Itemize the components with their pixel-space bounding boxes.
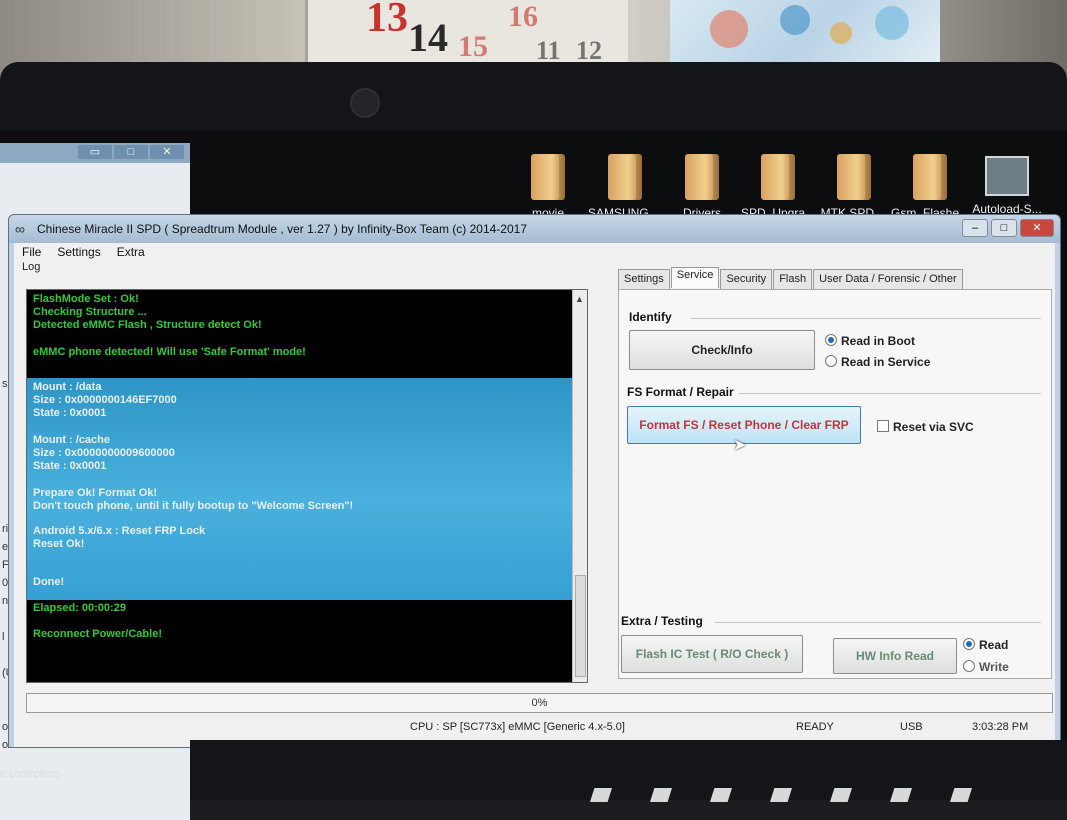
desktop-icon-movie[interactable]: movie: [508, 150, 588, 220]
port-status: USB: [900, 721, 923, 733]
calendar-number: 15: [458, 30, 488, 63]
menu-settings[interactable]: Settings: [57, 243, 100, 261]
checkbox-label: Reset via SVC: [893, 420, 974, 434]
minimize-button[interactable]: ▭: [78, 145, 112, 159]
log-line: FlashMode Set : Ok!: [33, 293, 139, 305]
cpu-status: CPU : SP [SC773x] eMMC [Generic 4.x-5.0]: [410, 721, 625, 733]
write-radio[interactable]: Write: [963, 660, 1009, 674]
calendar-number: 13: [366, 0, 408, 41]
scrollbar-thumb[interactable]: [575, 575, 586, 677]
application-icon: [985, 156, 1029, 196]
title-bar[interactable]: ∞ Chinese Miracle II SPD ( Spreadtrum Mo…: [9, 215, 1060, 243]
desktop-icon-gsm-flasher[interactable]: Gsm_Flashe...: [890, 150, 970, 220]
log-label: Log: [22, 261, 41, 273]
menu-extra[interactable]: Extra: [117, 243, 145, 261]
folder-icon: [608, 154, 642, 200]
radio-selected-icon: [825, 334, 837, 346]
service-tab-panel: Identify Check/Info Read in Boot Read in…: [618, 289, 1052, 679]
checkbox-icon: [877, 420, 889, 432]
log-output[interactable]: FlashMode Set : Ok! Checking Structure .…: [26, 289, 588, 683]
check-info-button[interactable]: Check/Info: [629, 330, 815, 370]
flash-ic-test-button[interactable]: Flash IC Test ( R/O Check ): [621, 635, 803, 673]
read-in-service-radio[interactable]: Read in Service: [825, 355, 930, 369]
log-line: Reset Ok!: [33, 538, 85, 550]
maximize-button[interactable]: □: [114, 145, 148, 159]
close-button[interactable]: ✕: [1020, 219, 1054, 237]
app-client-area: File Settings Extra Log FlashMode Set : …: [14, 243, 1055, 747]
hw-info-read-button[interactable]: HW Info Read: [833, 638, 957, 674]
radio-label: Read in Service: [841, 355, 931, 369]
radio-icon: [963, 660, 975, 672]
folder-icon: [685, 154, 719, 200]
radio-icon: [825, 355, 837, 367]
tab-user-data[interactable]: User Data / Forensic / Other: [813, 269, 963, 289]
progress-bar: 0%: [26, 693, 1053, 713]
log-line: Elapsed: 00:00:29: [33, 602, 126, 614]
read-radio[interactable]: Read: [963, 638, 1008, 652]
desktop-icon-samsung[interactable]: SAMSUNG....: [585, 150, 665, 220]
log-scrollbar[interactable]: ▲: [572, 290, 587, 682]
screen-bottom-edge: [190, 740, 1067, 802]
log-line: Size : 0x0000000009600000: [33, 447, 175, 459]
back-window-footer: e controllers: [0, 768, 60, 780]
log-line: Checking Structure ...: [33, 306, 147, 318]
maximize-button[interactable]: □: [991, 219, 1017, 237]
tab-security[interactable]: Security: [720, 269, 773, 289]
menu-bar: File Settings Extra: [14, 243, 145, 261]
tab-service[interactable]: Service: [670, 267, 720, 288]
group-divider: [691, 318, 1041, 319]
tab-flash[interactable]: Flash: [773, 269, 813, 289]
log-line: Mount : /data: [33, 381, 102, 393]
folder-icon: [913, 154, 947, 200]
folder-icon: [531, 154, 565, 200]
desktop-icon-autoload[interactable]: Autoload-S...: [967, 150, 1047, 216]
log-line: Done!: [33, 576, 65, 588]
folder-icon: [837, 154, 871, 200]
scroll-up-icon[interactable]: ▲: [575, 294, 584, 304]
identify-group-title: Identify: [629, 310, 672, 324]
log-line: Reconnect Power/Cable!: [33, 628, 162, 640]
folder-icon: [761, 154, 795, 200]
group-divider: [715, 622, 1041, 623]
clock-status: 3:03:28 PM: [972, 721, 1029, 733]
window-title: Chinese Miracle II SPD ( Spreadtrum Modu…: [37, 222, 527, 236]
tab-strip: Settings Service Security Flash User Dat…: [618, 267, 964, 289]
extra-testing-group-title: Extra / Testing: [621, 614, 703, 628]
log-line: Mount : /cache: [33, 434, 111, 446]
reset-via-svc-checkbox[interactable]: Reset via SVC: [877, 420, 974, 434]
log-line: State : 0x0001: [33, 407, 107, 419]
app-logo-icon: ∞: [15, 221, 25, 237]
group-divider: [739, 393, 1041, 394]
menu-file[interactable]: File: [22, 243, 41, 261]
log-line: Prepare Ok! Format Ok!: [33, 487, 158, 499]
desktop-icon-mtk-spd[interactable]: MTK.SPD....: [814, 150, 894, 220]
tab-settings[interactable]: Settings: [618, 269, 670, 289]
close-button[interactable]: ✕: [150, 145, 184, 159]
radio-label: Read: [979, 638, 1009, 652]
desktop-icon-spd-upgrade[interactable]: SPD_Upgra...: [738, 150, 818, 220]
status-bar: CPU : SP [SC773x] eMMC [Generic 4.x-5.0]…: [14, 717, 1055, 737]
log-line: Size : 0x0000000146EF7000: [33, 394, 177, 406]
radio-label: Read in Boot: [841, 334, 915, 348]
app-window[interactable]: ∞ Chinese Miracle II SPD ( Spreadtrum Mo…: [8, 214, 1061, 748]
back-window-text: s: [2, 378, 8, 390]
webcam: [350, 88, 380, 118]
calendar-number: 14: [408, 15, 448, 60]
radio-label: Write: [979, 660, 1009, 674]
log-line: Don't touch phone, until it fully bootup…: [33, 500, 354, 512]
radio-selected-icon: [963, 638, 975, 650]
log-line: State : 0x0001: [33, 460, 107, 472]
calendar-number: 16: [508, 0, 538, 33]
mouse-cursor-icon: ➤: [733, 437, 747, 454]
log-line: Detected eMMC Flash , Structure detect O…: [33, 319, 262, 331]
log-line: Android 5.x/6.x : Reset FRP Lock: [33, 525, 206, 537]
fs-format-group-title: FS Format / Repair: [627, 385, 734, 399]
desktop-icon-drivers[interactable]: Drivers: [662, 150, 742, 220]
ready-status: READY: [796, 721, 834, 733]
log-line: eMMC phone detected! Will use 'Safe Form…: [33, 346, 306, 358]
minimize-button[interactable]: –: [962, 219, 988, 237]
read-in-boot-radio[interactable]: Read in Boot: [825, 334, 915, 348]
